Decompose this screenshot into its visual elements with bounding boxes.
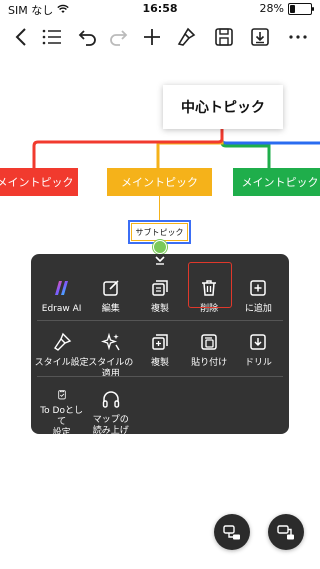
apply-style-icon [100,332,120,351]
menu-row-2: スタイル設定 スタイルの 適用 複製 貼り付け ドリル [34,324,283,382]
context-menu: Edraw AI 編集 複製 削除 に追加 スタイル設定 スタイルの 適用 複製… [31,252,289,438]
menu-item-todo[interactable]: To Doとして 設定 [37,381,86,439]
menu-label: 複製 [150,358,169,368]
sub-topic-selected[interactable]: サブトピック [128,220,191,244]
menu-label: 削除 [200,304,219,314]
todo-icon [57,390,66,400]
menu-item-copy[interactable]: 複製 [135,324,184,382]
layout-left-icon [223,525,240,540]
menu-item-drill[interactable]: ドリル [234,324,283,382]
layout-left-button[interactable] [214,514,250,550]
menu-item-style-settings[interactable]: スタイル設定 [34,324,89,382]
menu-label: Edraw AI [41,304,82,314]
menu-divider [37,376,283,377]
edraw-ai-icon [54,281,68,295]
menu-label: 貼り付け [191,358,228,368]
duplicate-icon [152,280,168,296]
menu-divider [37,320,283,321]
chevron-down-icon[interactable] [152,252,168,268]
menu-label: 編集 [101,304,120,314]
menu-item-apply-style[interactable]: スタイルの 適用 [86,324,135,382]
read-aloud-icon [102,391,119,408]
main-topic-green[interactable]: メイントピック [233,168,320,196]
menu-label: ドリル [244,358,272,368]
menu-label: に追加 [244,304,272,314]
main-topic-red[interactable]: メイントピック [0,168,78,196]
menu-label: 複製 [150,304,169,314]
menu-row-3: To Doとして 設定 マップの 読み上げ [37,381,283,439]
layout-right-icon [277,525,294,540]
style-icon [53,332,71,351]
edit-icon [103,280,119,296]
central-topic[interactable]: 中心トピック [163,85,283,129]
copy-icon [152,334,168,350]
drill-icon [250,334,267,350]
paste-icon [201,334,217,350]
main-topic-yellow[interactable]: メイントピック [107,168,212,196]
menu-item-read-aloud[interactable]: マップの 読み上げ [86,381,135,439]
add-box-icon [250,280,267,296]
menu-label: マップの 読み上げ [92,415,129,436]
delete-icon [202,280,217,296]
menu-label: To Doとして 設定 [40,406,83,438]
menu-item-paste[interactable]: 貼り付け [185,324,234,382]
layout-right-button[interactable] [268,514,304,550]
menu-label: スタイル設定 [34,358,89,368]
sub-topic-connector [159,196,160,222]
